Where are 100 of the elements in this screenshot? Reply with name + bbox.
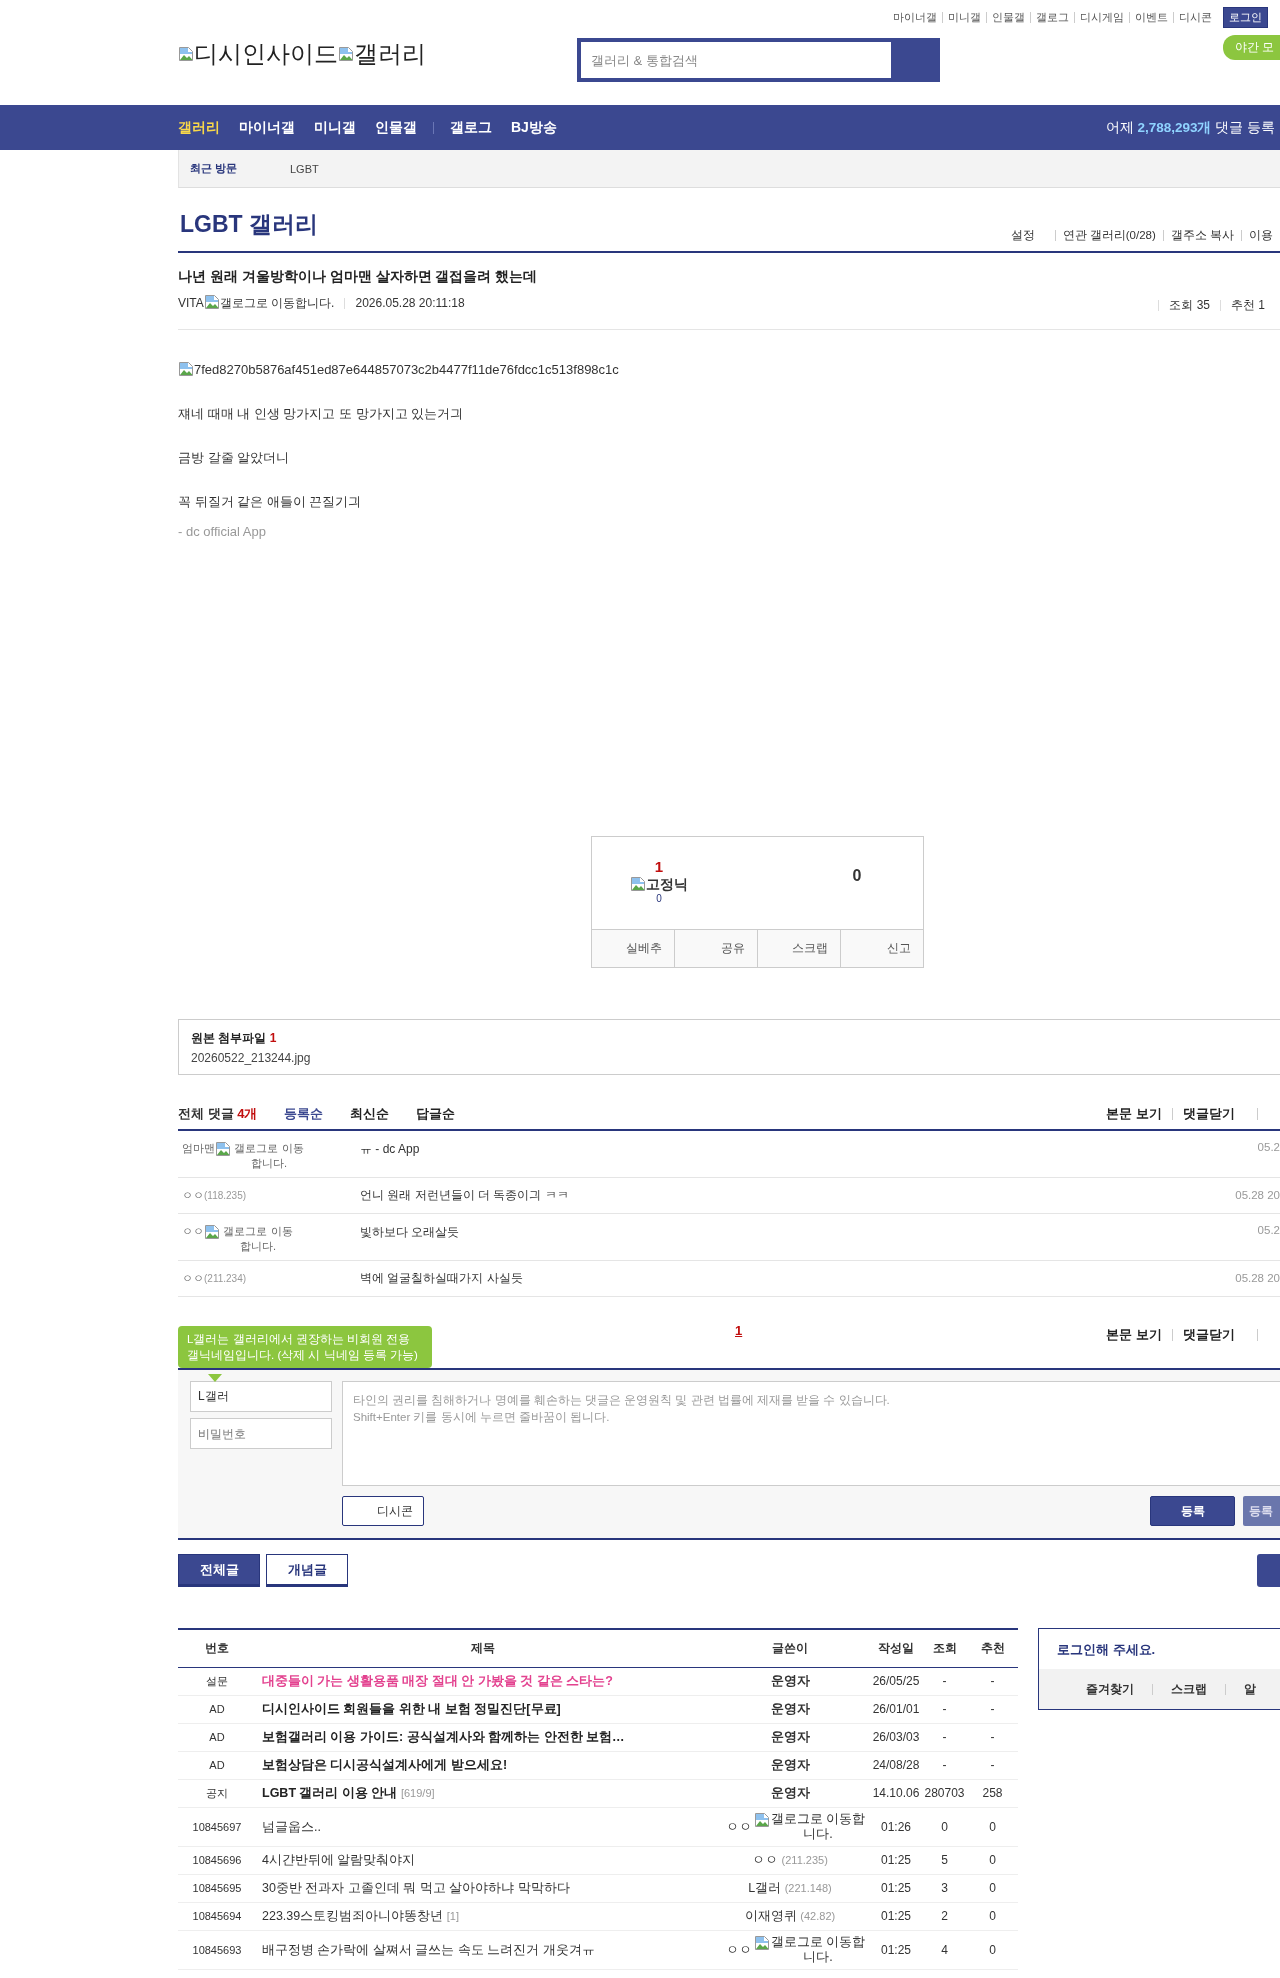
action-button[interactable]: 공유 — [674, 930, 757, 967]
view-count: 3 — [922, 1874, 967, 1903]
author-name[interactable]: ㅇㅇ — [752, 1853, 779, 1867]
image-alt-text[interactable]: 갤로그로 이동합니다. — [770, 1812, 866, 1842]
sidebar-link[interactable]: 스크랩 — [1152, 1683, 1225, 1695]
top-link[interactable]: 갤로그 — [1030, 11, 1074, 23]
post-title-link[interactable]: 배구정병 손가락에 살쪄서 글쓰는 속도 느려진거 개웃겨ㅠ — [262, 1942, 595, 1957]
logo-text[interactable]: 갤러리 — [354, 38, 426, 70]
nav-tab[interactable]: 갤로그 — [450, 118, 492, 137]
author-name[interactable]: 운영자 — [770, 1730, 810, 1744]
author-name[interactable]: ㅇㅇ — [726, 1942, 752, 1957]
logo-text[interactable]: 디시인사이드 — [194, 38, 338, 70]
top-link[interactable]: 인물갤 — [986, 11, 1030, 23]
recommend-count: - — [967, 1751, 1018, 1780]
nav-tab[interactable]: BJ방송 — [511, 118, 557, 137]
post-title-link[interactable]: LGBT 갤러리 이용 안내 — [262, 1786, 398, 1800]
comment-text: 빛하보다 오래살듯 — [360, 1224, 461, 1240]
post-title-link[interactable]: 30중반 전과자 고졸인데 뭐 먹고 살아야하냐 막막하다 — [262, 1881, 570, 1895]
author-name[interactable]: 이재영퀴 — [744, 1909, 797, 1923]
post-date: 01:25 — [870, 1930, 922, 1970]
image-alt-text[interactable]: 갤로그로 이동합니다. — [231, 1141, 307, 1171]
recent-gallery-link[interactable]: LGBT — [290, 162, 319, 175]
view-count: - — [922, 1723, 967, 1752]
post-title-link[interactable]: 넘글웁스.. — [262, 1819, 321, 1834]
gallery-menu-link[interactable]: 설정 — [1003, 230, 1055, 241]
author-name[interactable]: 운영자 — [770, 1786, 810, 1800]
nickname-field[interactable]: L갤러 — [190, 1381, 332, 1412]
post-date: 01:25 — [870, 1846, 922, 1875]
list-tab[interactable]: 전체글 — [178, 1554, 260, 1587]
image-alt-text[interactable]: 갤로그로 이동합니다. — [770, 1935, 866, 1965]
action-button[interactable]: 실베추 — [592, 930, 674, 967]
login-prompt: 로그인해 주세요. — [1056, 1641, 1157, 1659]
close-comments-link[interactable]: 댓글닫기 — [1172, 1328, 1258, 1341]
comment-text: 언니 원래 저런년들이 더 독종이긔 ㅋㅋ — [360, 1187, 570, 1204]
post-title-link[interactable]: 보험상담은 디시공식설계사에게 받으세요! — [262, 1758, 508, 1772]
login-button[interactable]: 로그인 — [1223, 6, 1268, 28]
post-number: 10845695 — [178, 1874, 256, 1903]
post-title-link[interactable]: 디시인사이드 회원들을 위한 내 보험 정밀진단[무료] — [262, 1702, 561, 1716]
comment-total: 전체 댓글 4개 — [178, 1104, 258, 1123]
nav-tab[interactable]: 마이너갤 — [239, 118, 295, 137]
action-button[interactable]: 스크랩 — [757, 930, 840, 967]
attachment-label: 원본 첨부파일 1 — [191, 1030, 278, 1047]
view-count: - — [922, 1751, 967, 1780]
author-name[interactable]: ㅇㅇ — [726, 1819, 752, 1834]
sidebar-link[interactable]: 즐겨찾기 — [1071, 1683, 1152, 1695]
close-comments-link[interactable]: 댓글닫기 — [1172, 1107, 1258, 1120]
recommend-count: 0 — [967, 1846, 1018, 1875]
view-count: 4 — [922, 1930, 967, 1970]
top-link[interactable]: 디시콘 — [1173, 11, 1217, 23]
image-alt-text[interactable]: 갤로그로 이동합니다. — [219, 296, 335, 310]
top-link[interactable]: 마이너갤 — [888, 11, 942, 23]
author-name[interactable]: VITA — [178, 294, 204, 312]
sort-tab[interactable]: 최신순 — [350, 1104, 390, 1123]
downvote-count: 0 — [851, 866, 863, 886]
sort-tab[interactable]: 등록순 — [284, 1104, 324, 1123]
post-title-link[interactable]: 223.39스토킹범죄아니야똥창년 — [262, 1909, 444, 1923]
action-button[interactable]: 신고 — [840, 930, 923, 967]
attachment-link[interactable]: 20260522_213244.jpg — [191, 1051, 1268, 1065]
list-tab[interactable]: 개념글 — [266, 1554, 348, 1587]
image-alt-text[interactable]: 갤로그로 이동합니다. — [220, 1224, 296, 1254]
author-name[interactable]: 운영자 — [770, 1758, 810, 1772]
comment-field[interactable]: 타인의 권리를 침해하거나 명예를 훼손하는 댓글은 운영원칙 및 관련 법률에 제재를 받을 수 있습니다. Shift+Enter 키를 동시에 누르면 줄바꿈이 됩니다. — [342, 1381, 1280, 1486]
write-button[interactable] — [1257, 1554, 1280, 1587]
nav-tab[interactable]: 미니갤 — [314, 118, 356, 137]
post-title-link[interactable]: 대중들이 가는 생활용품 매장 절대 안 가봤을 것 같은 스타는? — [262, 1674, 613, 1688]
view-post-link[interactable]: 본문 보기 — [1096, 1328, 1172, 1341]
comment-date: 05.2 — [1257, 1140, 1280, 1155]
sort-tab[interactable]: 답글순 — [416, 1104, 456, 1123]
nav-tab[interactable]: 갤러리 — [178, 118, 220, 137]
post-title-link[interactable]: 보험갤러리 이용 가이드: 공식설계사와 함께하는 안전한 보험… — [262, 1730, 625, 1744]
broken-image-icon — [204, 1224, 220, 1240]
password-field[interactable]: 비밀번호 — [190, 1418, 332, 1449]
top-link[interactable]: 이벤트 — [1129, 11, 1173, 23]
notice-label: 공지 — [178, 1779, 256, 1808]
nav-tab[interactable]: 인물갤 — [375, 118, 417, 137]
dccon-button[interactable]: 디시콘 — [342, 1496, 424, 1526]
top-link[interactable]: 디시게임 — [1074, 11, 1129, 23]
sidebar-link[interactable]: 알 — [1225, 1683, 1274, 1695]
author-name[interactable]: 운영자 — [770, 1674, 810, 1688]
gallery-title[interactable]: LGBT 갤러리 — [178, 209, 318, 240]
view-count: 5 — [922, 1846, 967, 1875]
gallery-menu-link[interactable]: 갤주소 복사 — [1162, 230, 1241, 241]
top-link[interactable]: 미니갤 — [942, 11, 986, 23]
post-number: 10845696 — [178, 1846, 256, 1875]
post-date: 01:25 — [870, 1874, 922, 1903]
author-name[interactable]: L갤러 — [748, 1881, 782, 1895]
image-alt-text: 7fed8270b5876af451ed87e644857073c2b4477f11de76fdcc1c513f898c1c — [194, 362, 619, 377]
post-title-link[interactable]: 4시갼반뒤에 알람맞춰야지 — [262, 1853, 416, 1867]
recommend-count: 0 — [967, 1874, 1018, 1903]
page-link[interactable]: 1 — [735, 1323, 743, 1338]
broken-image-icon — [630, 876, 646, 892]
gallery-menu-link[interactable]: 이용 — [1241, 230, 1280, 241]
submit-button[interactable]: 등록 — [1150, 1496, 1235, 1526]
view-count: - — [922, 1695, 967, 1724]
commenter-name[interactable]: ㅇㅇ — [182, 1225, 204, 1237]
view-post-link[interactable]: 본문 보기 — [1096, 1107, 1172, 1120]
gallery-menu-link[interactable]: 연관 갤러리(0/28) — [1054, 230, 1163, 241]
author-name[interactable]: 운영자 — [770, 1702, 810, 1716]
search-field[interactable]: 갤러리 & 통합검색 — [581, 42, 891, 78]
commenter-name[interactable]: 엄마맨 — [182, 1142, 215, 1154]
